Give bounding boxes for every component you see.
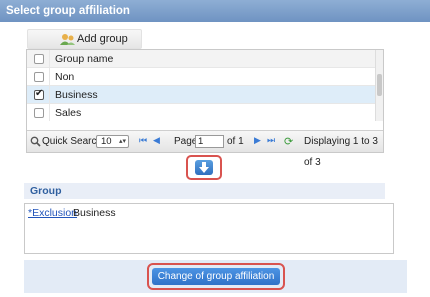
- row-checkbox[interactable]: [34, 72, 44, 82]
- add-group-icon: [60, 34, 75, 45]
- next-page-icon[interactable]: ▶: [254, 131, 261, 152]
- page-count-label: of 1: [227, 136, 244, 147]
- footer-bar: Change of group affiliation: [24, 260, 407, 293]
- move-down-icon: [195, 160, 213, 175]
- select-arrows-icon: ▴▾: [118, 138, 126, 145]
- search-icon[interactable]: [30, 136, 41, 147]
- refresh-icon[interactable]: ⟳: [284, 131, 293, 152]
- exclusion-link[interactable]: *Exclusion: [28, 207, 77, 219]
- last-page-icon[interactable]: ⏭: [267, 131, 275, 152]
- column-divider: [49, 86, 50, 103]
- grid-scrollbar-thumb[interactable]: [377, 74, 382, 96]
- row-checkbox[interactable]: [34, 88, 44, 100]
- first-page-icon[interactable]: ⏮: [139, 131, 147, 152]
- add-group-button[interactable]: Add group: [59, 31, 128, 48]
- prev-page-icon[interactable]: ◀: [153, 131, 160, 152]
- display-range-text: Displaying 1 to 3 of 3: [304, 136, 378, 168]
- add-group-label: Add group: [77, 33, 128, 45]
- select-all-checkbox[interactable]: [34, 54, 44, 64]
- row-checkbox[interactable]: [34, 108, 44, 118]
- page-label: Page: [174, 136, 198, 147]
- row-group-name: Business: [55, 89, 98, 101]
- group-section-heading: Group: [24, 183, 385, 199]
- row-group-name: Non: [55, 71, 75, 83]
- column-divider: [49, 50, 50, 67]
- row-group-name: Sales: [55, 107, 82, 119]
- grid-body: Group name Non Business Sales: [27, 50, 383, 121]
- page-size-value: 10: [101, 136, 112, 147]
- grid-toolbar: Add group: [27, 29, 142, 49]
- selected-groups-box: *Exclusion Business: [24, 203, 394, 254]
- column-divider: [49, 104, 50, 121]
- grid-scrollbar[interactable]: [375, 50, 383, 121]
- page-size-select[interactable]: 10 ▴▾: [96, 135, 129, 148]
- grid-header-row: Group name: [27, 50, 375, 68]
- move-down-button[interactable]: [186, 155, 222, 180]
- change-button-highlight: Change of group affiliation: [147, 263, 285, 290]
- page-number-input[interactable]: 1: [195, 135, 224, 148]
- group-grid: Group name Non Business Sales Quick Sear…: [26, 49, 384, 168]
- dialog-title: Select group affiliation: [0, 0, 430, 22]
- change-group-affiliation-button[interactable]: Change of group affiliation: [152, 268, 280, 285]
- table-row[interactable]: Non: [27, 68, 375, 86]
- column-header-group-name[interactable]: Group name: [55, 50, 113, 68]
- table-row[interactable]: Business: [27, 86, 375, 104]
- column-divider: [49, 68, 50, 85]
- table-row[interactable]: Sales: [27, 104, 375, 121]
- selected-group-name: Business: [73, 207, 116, 219]
- quick-search-label[interactable]: Quick Search: [42, 131, 102, 152]
- pagination-bar: Quick Search 10 ▴▾ ⏮ ◀ Page 1 of 1 ▶ ⏭ ⟳…: [27, 130, 383, 168]
